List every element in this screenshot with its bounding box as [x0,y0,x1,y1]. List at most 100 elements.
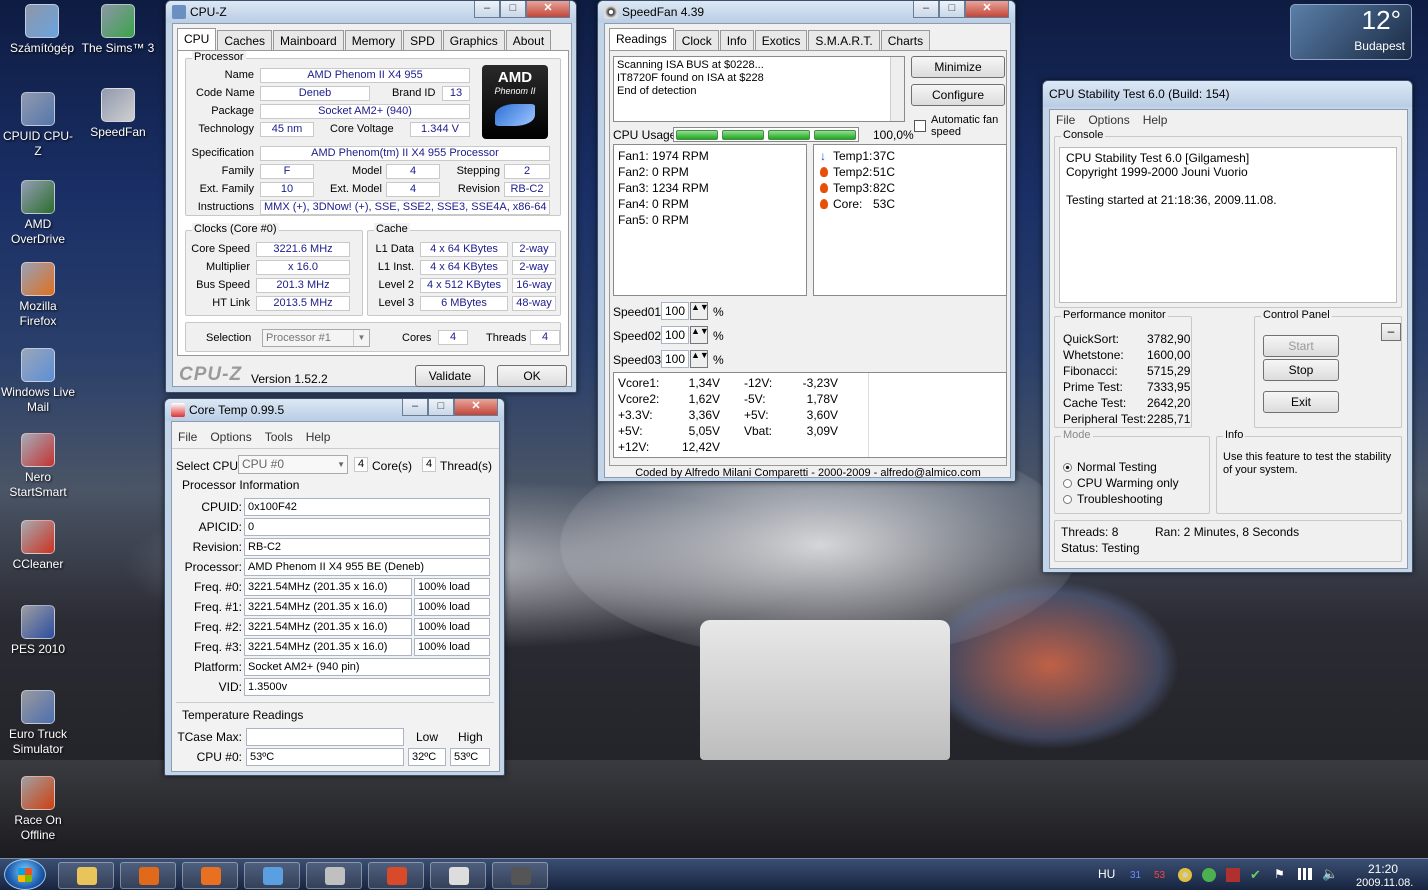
desktop-shortcut[interactable]: AMD OverDrive [0,180,76,247]
desktop-shortcut[interactable]: PES 2010 [0,605,76,657]
configure-button[interactable]: Configure [911,84,1005,106]
close-button[interactable]: ✕ [454,399,498,416]
tab-graphics[interactable]: Graphics [442,30,505,51]
desktop-shortcut[interactable]: CPUID CPU-Z [0,92,76,159]
group-title: Control Panel [1261,309,1332,321]
speed-input[interactable]: 100 [661,350,689,368]
taskbar-button[interactable] [430,862,486,889]
menu-file[interactable]: File [178,430,197,444]
maximize-button[interactable]: □ [428,399,454,416]
maximize-button[interactable]: □ [500,1,526,18]
voltage-label: -5V: [744,392,766,406]
ok-button[interactable]: OK [497,365,567,387]
radio-button[interactable] [1063,463,1072,472]
tab-readings[interactable]: Readings [609,28,674,51]
desktop-shortcut[interactable]: Euro Truck Simulator [0,690,76,757]
mode-radio-option[interactable]: CPU Warming only [1063,475,1179,491]
collapse-button[interactable]: – [1381,323,1401,341]
network-tray-icon[interactable] [1202,868,1216,882]
detection-log[interactable]: Scanning ISA BUS at $0228... IT8720F foun… [613,56,905,122]
cpuz-titlebar[interactable]: CPU-Z – □ ✕ [166,1,576,23]
menu-tools[interactable]: Tools [265,430,293,444]
mode-radio-option[interactable]: Normal Testing [1063,459,1179,475]
stability-test-window[interactable]: CPU Stability Test 6.0 (Build: 154) File… [1042,80,1413,573]
minimize-button[interactable]: – [913,1,939,18]
minimize-button[interactable]: Minimize [911,56,1005,78]
menu-options[interactable]: Options [1088,113,1129,127]
exit-button[interactable]: Exit [1263,391,1339,413]
processor-select[interactable]: Processor #1 ▼ [262,329,370,347]
info-label: Freq. #0: [193,580,242,594]
start-button[interactable] [4,859,46,890]
language-indicator[interactable]: HU [1098,867,1115,881]
flag-tray-icon[interactable]: ⚑ [1274,867,1285,881]
taskbar-button[interactable] [120,862,176,889]
taskbar-button[interactable] [492,862,548,889]
volume-icon[interactable]: 🔈 [1322,866,1338,882]
stop-button[interactable]: Stop [1263,359,1339,381]
desktop-shortcut[interactable]: Mozilla Firefox [0,262,76,329]
cd-icon[interactable] [1178,868,1192,882]
speed-spinner[interactable]: ▲▼ [690,350,709,368]
speed-spinner[interactable]: ▲▼ [690,326,709,344]
close-button[interactable]: ✕ [526,1,570,18]
tab-memory[interactable]: Memory [344,30,403,51]
radio-button[interactable] [1063,495,1072,504]
desktop-shortcut[interactable]: Windows Live Mail [0,348,76,415]
start-button[interactable]: Start [1263,335,1339,357]
log-scrollbar[interactable] [890,57,904,121]
tab-about[interactable]: About [505,30,552,51]
maximize-button[interactable]: □ [939,1,965,18]
tab-exotics[interactable]: Exotics [754,30,808,51]
weather-gadget[interactable]: 12° Budapest [1290,4,1412,60]
taskbar-button[interactable] [306,862,362,889]
security-tray-icon[interactable] [1226,868,1240,882]
tab-charts[interactable]: Charts [880,30,931,51]
credits-footer: Coded by Alfredo Milani Comparetti - 200… [609,465,1007,479]
speed-input[interactable]: 100 [661,302,689,320]
coretemp-titlebar[interactable]: Core Temp 0.99.5 – □ ✕ [165,399,504,421]
tab-mainboard[interactable]: Mainboard [273,30,344,51]
tab-spd[interactable]: SPD [403,30,442,51]
speedfan-window[interactable]: SpeedFan 4.39 – □ ✕ Readings Clock Info Exoti… [597,0,1016,482]
taskbar-button[interactable] [244,862,300,889]
menu-help[interactable]: Help [1143,113,1168,127]
desktop-shortcut[interactable]: The Sims™ 3 [80,4,156,56]
check-tray-icon[interactable]: ✔ [1250,867,1261,883]
menu-help[interactable]: Help [306,430,331,444]
cpuz-window[interactable]: CPU-Z – □ ✕ CPU Caches Mainboard Memory SPD Gra… [165,0,577,393]
tab-caches[interactable]: Caches [217,30,273,51]
minimize-button[interactable]: – [402,399,428,416]
console-output[interactable]: CPU Stability Test 6.0 [Gilgamesh] Copyri… [1059,147,1397,303]
tab-clock[interactable]: Clock [674,30,719,51]
tab-info[interactable]: Info [719,30,754,51]
taskbar-button[interactable] [182,862,238,889]
desktop-shortcut[interactable]: Számítógép [4,4,80,56]
clock-date[interactable]: 2009.11.08. [1356,877,1413,889]
minimize-button[interactable]: – [474,1,500,18]
taskbar-button[interactable] [58,862,114,889]
validate-button[interactable]: Validate [415,365,485,387]
speedfan-titlebar[interactable]: SpeedFan 4.39 – □ ✕ [598,1,1015,23]
speed-spinner[interactable]: ▲▼ [690,302,709,320]
desktop-shortcut[interactable]: Race On Offline [0,776,76,843]
auto-fan-checkbox[interactable] [914,120,926,132]
cpu-select[interactable]: CPU #0 ▼ [238,455,348,474]
mode-radio-option[interactable]: Troubleshooting [1063,491,1179,507]
tab-cpu[interactable]: CPU [177,28,217,51]
close-button[interactable]: ✕ [965,1,1009,18]
speed-input[interactable]: 100 [661,326,689,344]
wifi-tray-icon[interactable] [1298,868,1312,880]
menu-file[interactable]: File [1056,113,1075,127]
radio-button[interactable] [1063,479,1072,488]
menu-options[interactable]: Options [210,430,251,444]
tab-s-m-a-r-t[interactable]: S.M.A.R.T. [808,30,880,51]
level3-label: Level 3 [378,297,414,309]
desktop-shortcut[interactable]: CCleaner [0,520,76,572]
clock-time[interactable]: 21:20 [1368,862,1398,876]
desktop-shortcut[interactable]: SpeedFan [80,88,156,140]
taskbar-button[interactable] [368,862,424,889]
stability-titlebar[interactable]: CPU Stability Test 6.0 (Build: 154) [1043,81,1412,107]
coretemp-window[interactable]: Core Temp 0.99.5 – □ ✕ File Options Tools Hel… [164,398,505,776]
desktop-shortcut[interactable]: Nero StartSmart [0,433,76,500]
